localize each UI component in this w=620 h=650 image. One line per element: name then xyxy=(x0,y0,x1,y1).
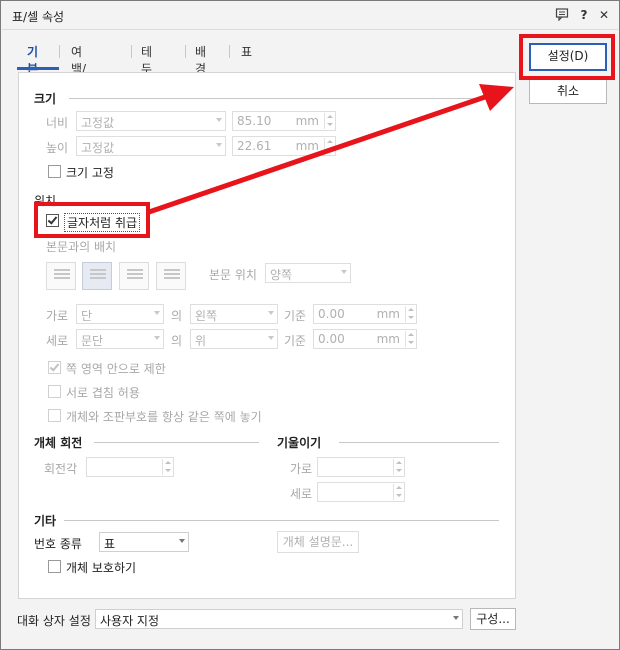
table-cell-properties-dialog: 표/셀 속성 ? ✕ 기본 여백/캡션 테두리 배경 표 크기 너비 고정값 8… xyxy=(0,0,620,650)
annotation-arrow xyxy=(148,84,514,215)
